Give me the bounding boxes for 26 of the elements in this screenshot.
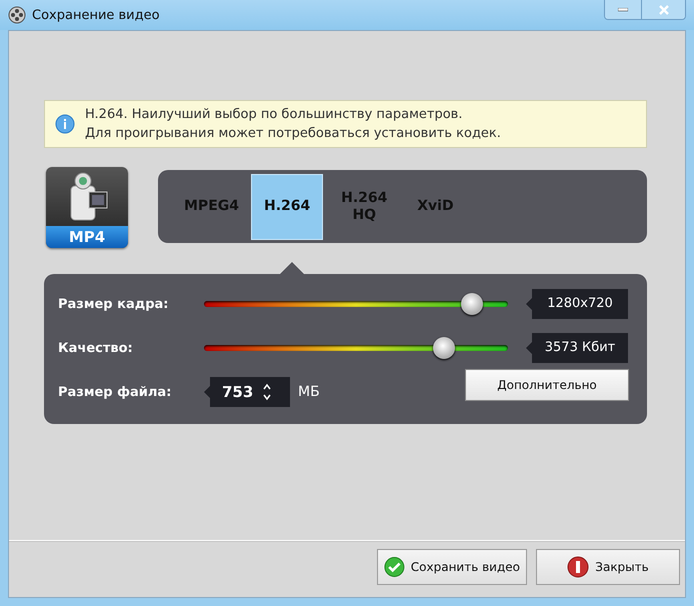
checkmark-icon <box>384 555 405 579</box>
close-button[interactable] <box>641 0 685 19</box>
slider-reading: 3573 Кбит <box>526 333 628 363</box>
stop-icon <box>567 556 590 578</box>
info-icon <box>55 114 75 134</box>
file-size-spinbox[interactable]: 753 <box>204 377 290 407</box>
slider-reading: 1280x720 <box>526 289 628 319</box>
format-badge[interactable]: MP4 <box>46 167 128 248</box>
close-icon <box>658 4 668 14</box>
window-title: Сохранение видео <box>32 8 161 22</box>
slider-thumb[interactable] <box>433 337 456 359</box>
close-dialog-button[interactable]: Закрыть <box>536 549 680 585</box>
file-size-label: Размер файла: <box>58 384 172 400</box>
film-reel-icon <box>8 6 26 24</box>
slider-label: Качество: <box>58 340 134 356</box>
minimize-icon <box>618 8 628 12</box>
unit-label: МБ <box>298 384 320 400</box>
save-button[interactable]: Сохранить видео <box>377 549 527 585</box>
spin-arrows-icon[interactable] <box>262 383 272 401</box>
file-size-input[interactable]: 753 <box>222 383 262 401</box>
slider-thumb[interactable] <box>460 293 483 315</box>
codec-tab[interactable]: H.264 <box>251 174 324 240</box>
slider-label: Размер кадра: <box>58 296 170 312</box>
advanced-button[interactable]: Дополнительно <box>465 369 629 401</box>
minimize-button[interactable] <box>605 0 641 19</box>
info-text: H.264. Наилучший выбор по большинству параметров. Для проигрывания может потребоваться установить кодек. <box>85 106 501 143</box>
